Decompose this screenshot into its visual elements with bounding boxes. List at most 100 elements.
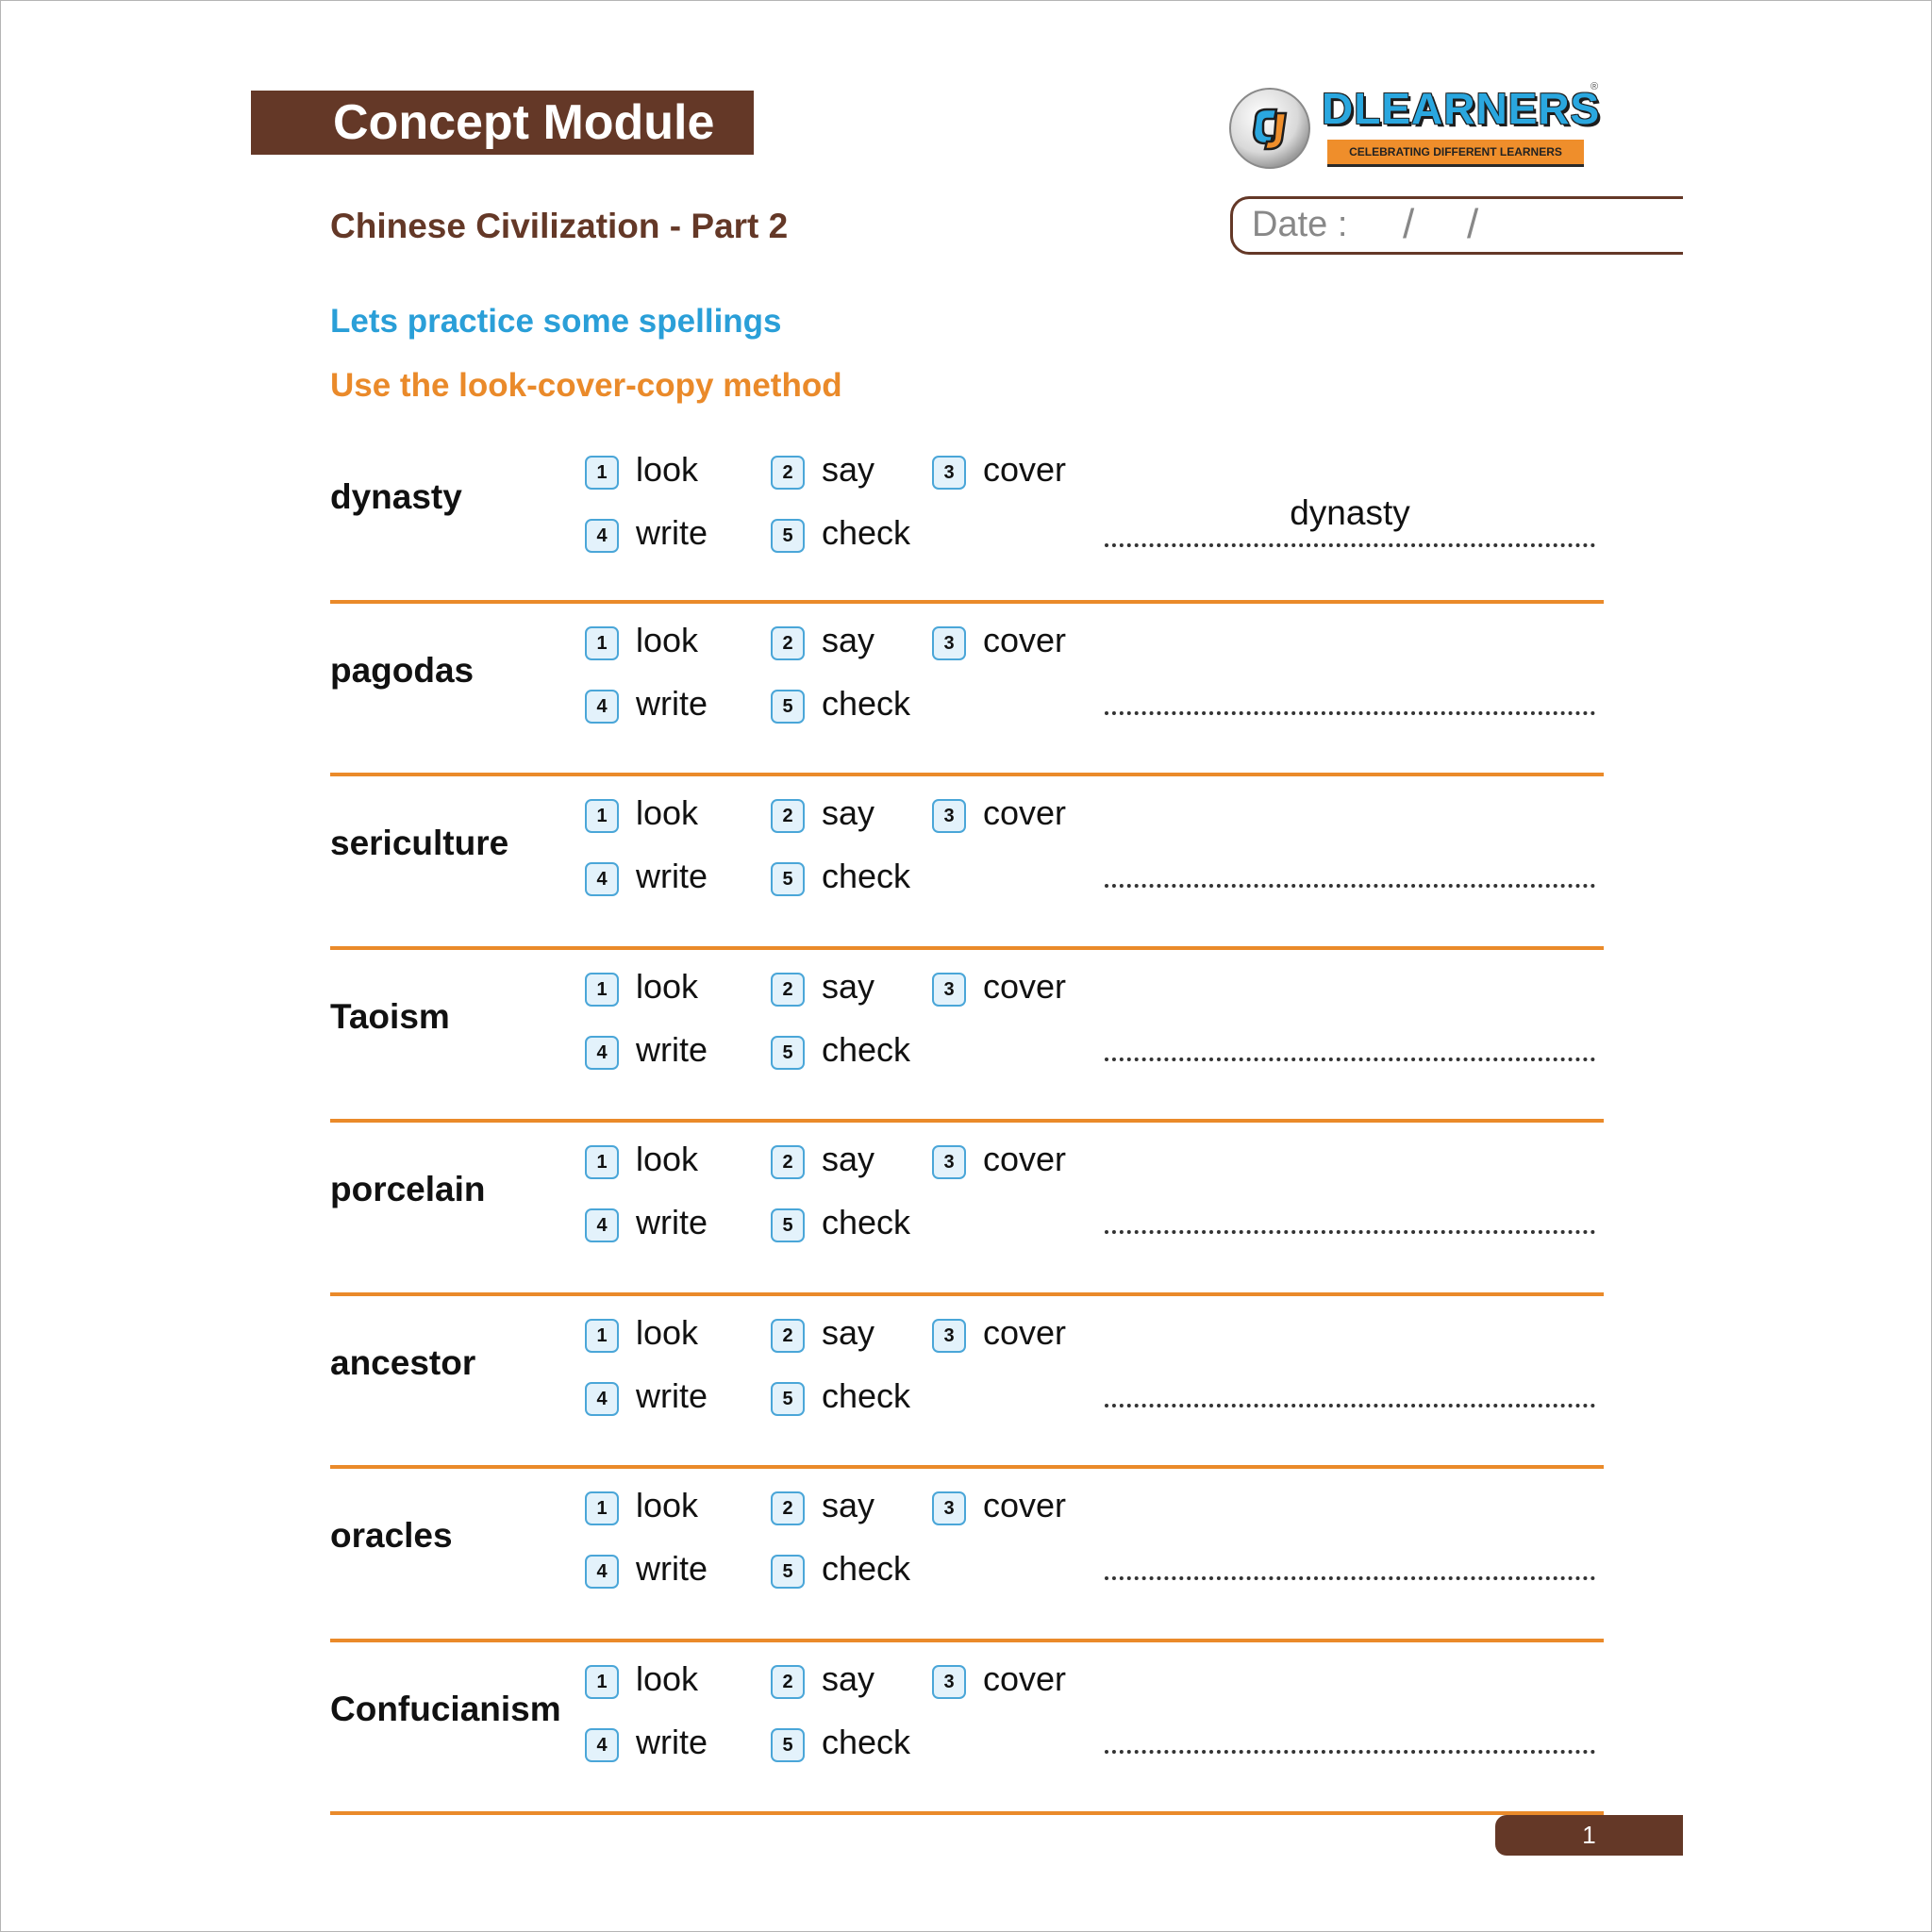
step-label: cover xyxy=(983,1140,1067,1178)
step-label: say xyxy=(822,1486,875,1524)
answer-line[interactable] xyxy=(1105,1230,1595,1234)
step-label: write xyxy=(636,857,708,895)
spelling-row: Taoism 1 look 2 say 3 cover 4 write 5 check xyxy=(330,950,1604,1123)
step-number-badge: 5 xyxy=(771,1555,805,1589)
step-label: check xyxy=(822,1722,911,1761)
step-number-badge: 3 xyxy=(932,1664,966,1699)
step-number-badge: 3 xyxy=(932,972,966,1007)
logo-tagline: CELEBRATING DIFFERENT LEARNERS xyxy=(1327,140,1584,164)
step-number-badge: 3 xyxy=(932,1145,966,1179)
step-label: cover xyxy=(983,793,1067,832)
step-number-badge: 3 xyxy=(932,799,966,833)
step-number-badge: 1 xyxy=(585,1145,619,1179)
answer-line[interactable] xyxy=(1105,1576,1595,1580)
answer-line[interactable] xyxy=(1105,884,1595,888)
step-label: write xyxy=(636,513,708,552)
step-label: cover xyxy=(983,450,1067,489)
step-number-badge: 2 xyxy=(771,1664,805,1699)
answer-line[interactable] xyxy=(1105,1749,1595,1754)
step-number-badge: 5 xyxy=(771,1381,805,1416)
step-number-badge: 3 xyxy=(932,1318,966,1353)
step-label: write xyxy=(636,1549,708,1588)
step-label: check xyxy=(822,1549,911,1588)
step-number-badge: 4 xyxy=(585,1727,619,1762)
step-label: look xyxy=(636,1140,699,1178)
date-separator: / xyxy=(1403,201,1415,247)
step-label: say xyxy=(822,450,875,489)
step-number-badge: 5 xyxy=(771,1208,805,1242)
module-title-banner: Concept Module xyxy=(251,91,754,155)
step-label: cover xyxy=(983,966,1067,1006)
step-number-badge: 5 xyxy=(771,689,805,724)
date-label: Date : xyxy=(1252,205,1348,244)
answer-line[interactable] xyxy=(1105,1403,1595,1407)
step-number-badge: 4 xyxy=(585,689,619,724)
step-label: cover xyxy=(983,1486,1067,1524)
step-number-badge: 4 xyxy=(585,1035,619,1070)
step-number-badge: 2 xyxy=(771,1145,805,1179)
spelling-row: oracles 1 look 2 say 3 cover 4 write 5 check xyxy=(330,1469,1604,1642)
row-divider xyxy=(330,1811,1604,1815)
step-label: look xyxy=(636,1486,699,1524)
step-number-badge: 1 xyxy=(585,625,619,660)
worksheet-page: Concept Module DLEARNERS ® CELEBRATING D… xyxy=(0,0,1932,1932)
answer-line[interactable] xyxy=(1105,710,1595,715)
step-number-badge: 5 xyxy=(771,1035,805,1070)
step-label: look xyxy=(636,620,699,659)
step-label: say xyxy=(822,966,875,1006)
step-number-badge: 4 xyxy=(585,1208,619,1242)
step-number-badge: 2 xyxy=(771,1318,805,1353)
step-number-badge: 4 xyxy=(585,1381,619,1416)
spelling-word: oracles xyxy=(330,1516,453,1555)
step-label: look xyxy=(636,966,699,1006)
spelling-rows: dynasty 1 look 2 say 3 cover 4 write 5 check … xyxy=(330,430,1604,1815)
step-label: look xyxy=(636,1658,699,1698)
step-label: say xyxy=(822,793,875,832)
step-number-badge: 3 xyxy=(932,1491,966,1525)
step-label: look xyxy=(636,793,699,832)
spelling-word: pagodas xyxy=(330,650,475,690)
step-label: say xyxy=(822,1312,875,1352)
step-number-badge: 4 xyxy=(585,519,619,553)
step-label: look xyxy=(636,450,699,489)
step-number-badge: 2 xyxy=(771,799,805,833)
step-number-badge: 2 xyxy=(771,972,805,1007)
page-number-tab: 1 xyxy=(1495,1815,1683,1856)
step-number-badge: 1 xyxy=(585,1664,619,1699)
step-number-badge: 4 xyxy=(585,1555,619,1589)
step-label: check xyxy=(822,857,911,895)
step-label: check xyxy=(822,1375,911,1415)
answer-line[interactable] xyxy=(1105,543,1595,547)
step-label: check xyxy=(822,683,911,723)
spelling-row: pagodas 1 look 2 say 3 cover 4 write 5 check xyxy=(330,604,1604,776)
step-number-badge: 1 xyxy=(585,799,619,833)
spelling-word: porcelain xyxy=(330,1170,486,1208)
step-label: check xyxy=(822,1203,911,1241)
step-label: look xyxy=(636,1312,699,1352)
logo-wordmark: DLEARNERS xyxy=(1322,84,1601,133)
answer-line[interactable] xyxy=(1105,1057,1595,1061)
step-number-badge: 1 xyxy=(585,1318,619,1353)
step-label: cover xyxy=(983,1312,1067,1352)
step-label: check xyxy=(822,513,911,552)
date-separator: / xyxy=(1467,201,1479,247)
spelling-row: dynasty 1 look 2 say 3 cover 4 write 5 check … xyxy=(330,430,1604,604)
step-label: write xyxy=(636,1203,708,1241)
step-label: cover xyxy=(983,1658,1067,1698)
step-label: say xyxy=(822,1658,875,1698)
lesson-subtitle: Chinese Civilization - Part 2 xyxy=(330,207,789,245)
step-label: write xyxy=(636,1029,708,1069)
date-field[interactable]: Date : / / xyxy=(1230,196,1683,255)
step-label: say xyxy=(822,620,875,659)
step-number-badge: 1 xyxy=(585,456,619,490)
spelling-row: ancestor 1 look 2 say 3 cover 4 write 5 check xyxy=(330,1296,1604,1469)
step-number-badge: 1 xyxy=(585,1491,619,1525)
step-label: write xyxy=(636,1375,708,1415)
step-number-badge: 5 xyxy=(771,862,805,896)
spelling-row: sericulture 1 look 2 say 3 cover 4 write 5 ch… xyxy=(330,776,1604,950)
spelling-word: Taoism xyxy=(330,996,450,1036)
logo-emblem-icon xyxy=(1229,88,1310,169)
step-number-badge: 5 xyxy=(771,519,805,553)
step-number-badge: 2 xyxy=(771,456,805,490)
registered-mark: ® xyxy=(1591,81,1599,92)
